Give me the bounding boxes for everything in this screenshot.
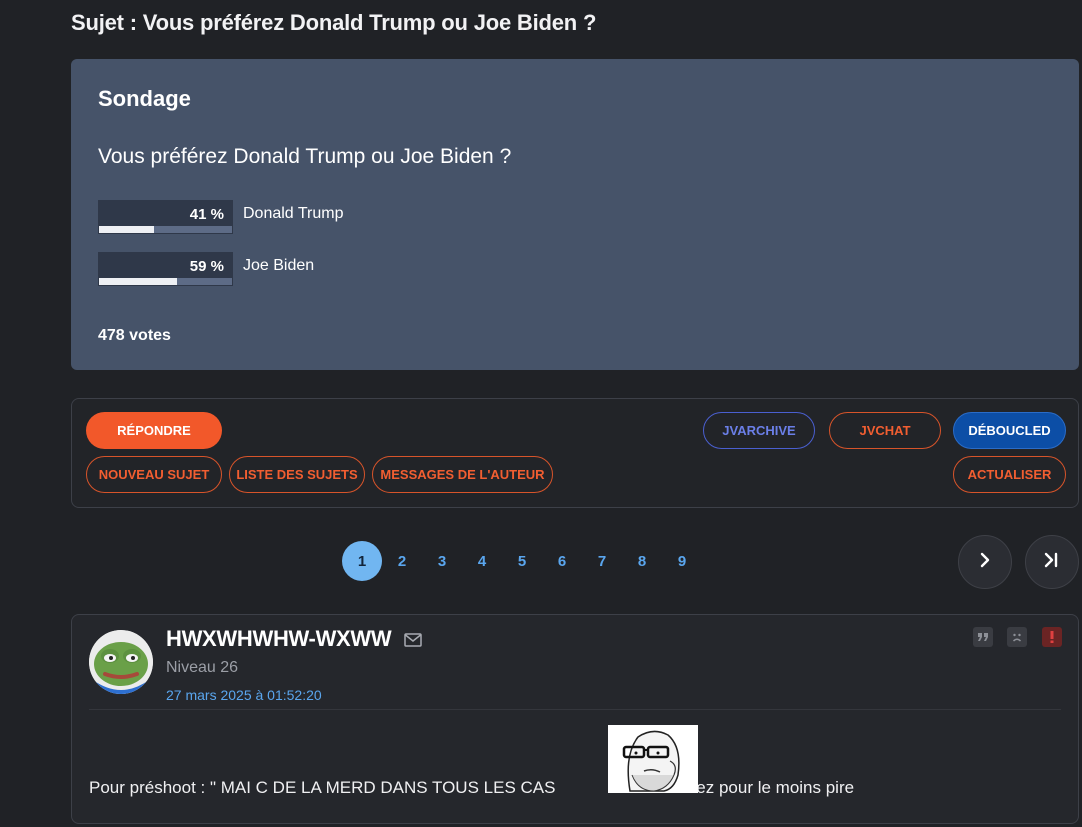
post-text-before: Pour préshoot : " MAI C DE LA MERD DANS … (89, 778, 556, 797)
page-4[interactable]: 4 (462, 541, 502, 581)
wojak-sticker-image (608, 725, 698, 793)
quote-icon[interactable] (973, 627, 993, 647)
poll-result-bar: 41 % (98, 200, 233, 234)
author-messages-button[interactable]: MESSAGES DE L'AUTEUR (372, 456, 553, 493)
next-page-button[interactable] (958, 535, 1012, 589)
report-icon[interactable] (1042, 627, 1062, 647)
post-divider (89, 709, 1061, 710)
post-author[interactable]: HWXWHWHW-WXWW (166, 626, 392, 652)
poll-bar-fill (99, 226, 154, 233)
poll-option-label: Joe Biden (243, 257, 315, 274)
poll-option-biden: 59 % Joe Biden (98, 252, 598, 288)
page-6[interactable]: 6 (542, 541, 582, 581)
new-topic-button[interactable]: NOUVEAU SUJET (86, 456, 222, 493)
jvchat-button[interactable]: JVCHAT (829, 412, 941, 449)
poll-bar-track (99, 226, 232, 233)
poll-option-label: Donald Trump (243, 205, 344, 222)
poll-result-bar: 59 % (98, 252, 233, 286)
refresh-button[interactable]: ACTUALISER (953, 456, 1066, 493)
topic-actions-bar: RÉPONDRE NOUVEAU SUJET LISTE DES SUJETS … (71, 398, 1079, 508)
deboucled-button[interactable]: DÉBOUCLED (953, 412, 1066, 449)
reply-button[interactable]: RÉPONDRE (86, 412, 222, 449)
poll-heading: Sondage (98, 86, 191, 111)
post-date[interactable]: 27 mars 2025 à 01:52:20 (166, 687, 322, 703)
poll-percent: 41 % (189, 206, 224, 223)
forum-post: HWXWHWHW-WXWW Niveau 26 27 mars 2025 à 0… (71, 614, 1079, 824)
author-level: Niveau 26 (166, 659, 239, 676)
topic-title: Sujet : Vous préférez Donald Trump ou Jo… (71, 10, 597, 35)
avatar[interactable] (89, 630, 153, 694)
mail-icon[interactable] (404, 633, 422, 652)
sad-face-icon[interactable] (1007, 627, 1027, 647)
post-body: Pour préshoot : " MAI C DE LA MERD DANS … (89, 778, 854, 798)
page-8[interactable]: 8 (622, 541, 662, 581)
jvarchive-button[interactable]: JVARCHIVE (703, 412, 815, 449)
poll-bar-track (99, 278, 232, 285)
poll-panel: Sondage Vous préférez Donald Trump ou Jo… (71, 59, 1079, 370)
last-page-icon (1043, 552, 1061, 573)
page-3[interactable]: 3 (422, 541, 462, 581)
page-2[interactable]: 2 (382, 541, 422, 581)
chevron-right-icon (977, 552, 993, 573)
topic-list-button[interactable]: LISTE DES SUJETS (229, 456, 365, 493)
page-5[interactable]: 5 (502, 541, 542, 581)
poll-option-trump: 41 % Donald Trump (98, 200, 598, 236)
page-1[interactable]: 1 (342, 541, 382, 581)
poll-total-votes: 478 votes (98, 327, 171, 344)
page-7[interactable]: 7 (582, 541, 622, 581)
poll-question: Vous préférez Donald Trump ou Joe Biden … (98, 145, 512, 168)
poll-percent: 59 % (189, 258, 224, 275)
last-page-button[interactable] (1025, 535, 1079, 589)
poll-bar-fill (99, 278, 178, 285)
page-9[interactable]: 9 (662, 541, 702, 581)
